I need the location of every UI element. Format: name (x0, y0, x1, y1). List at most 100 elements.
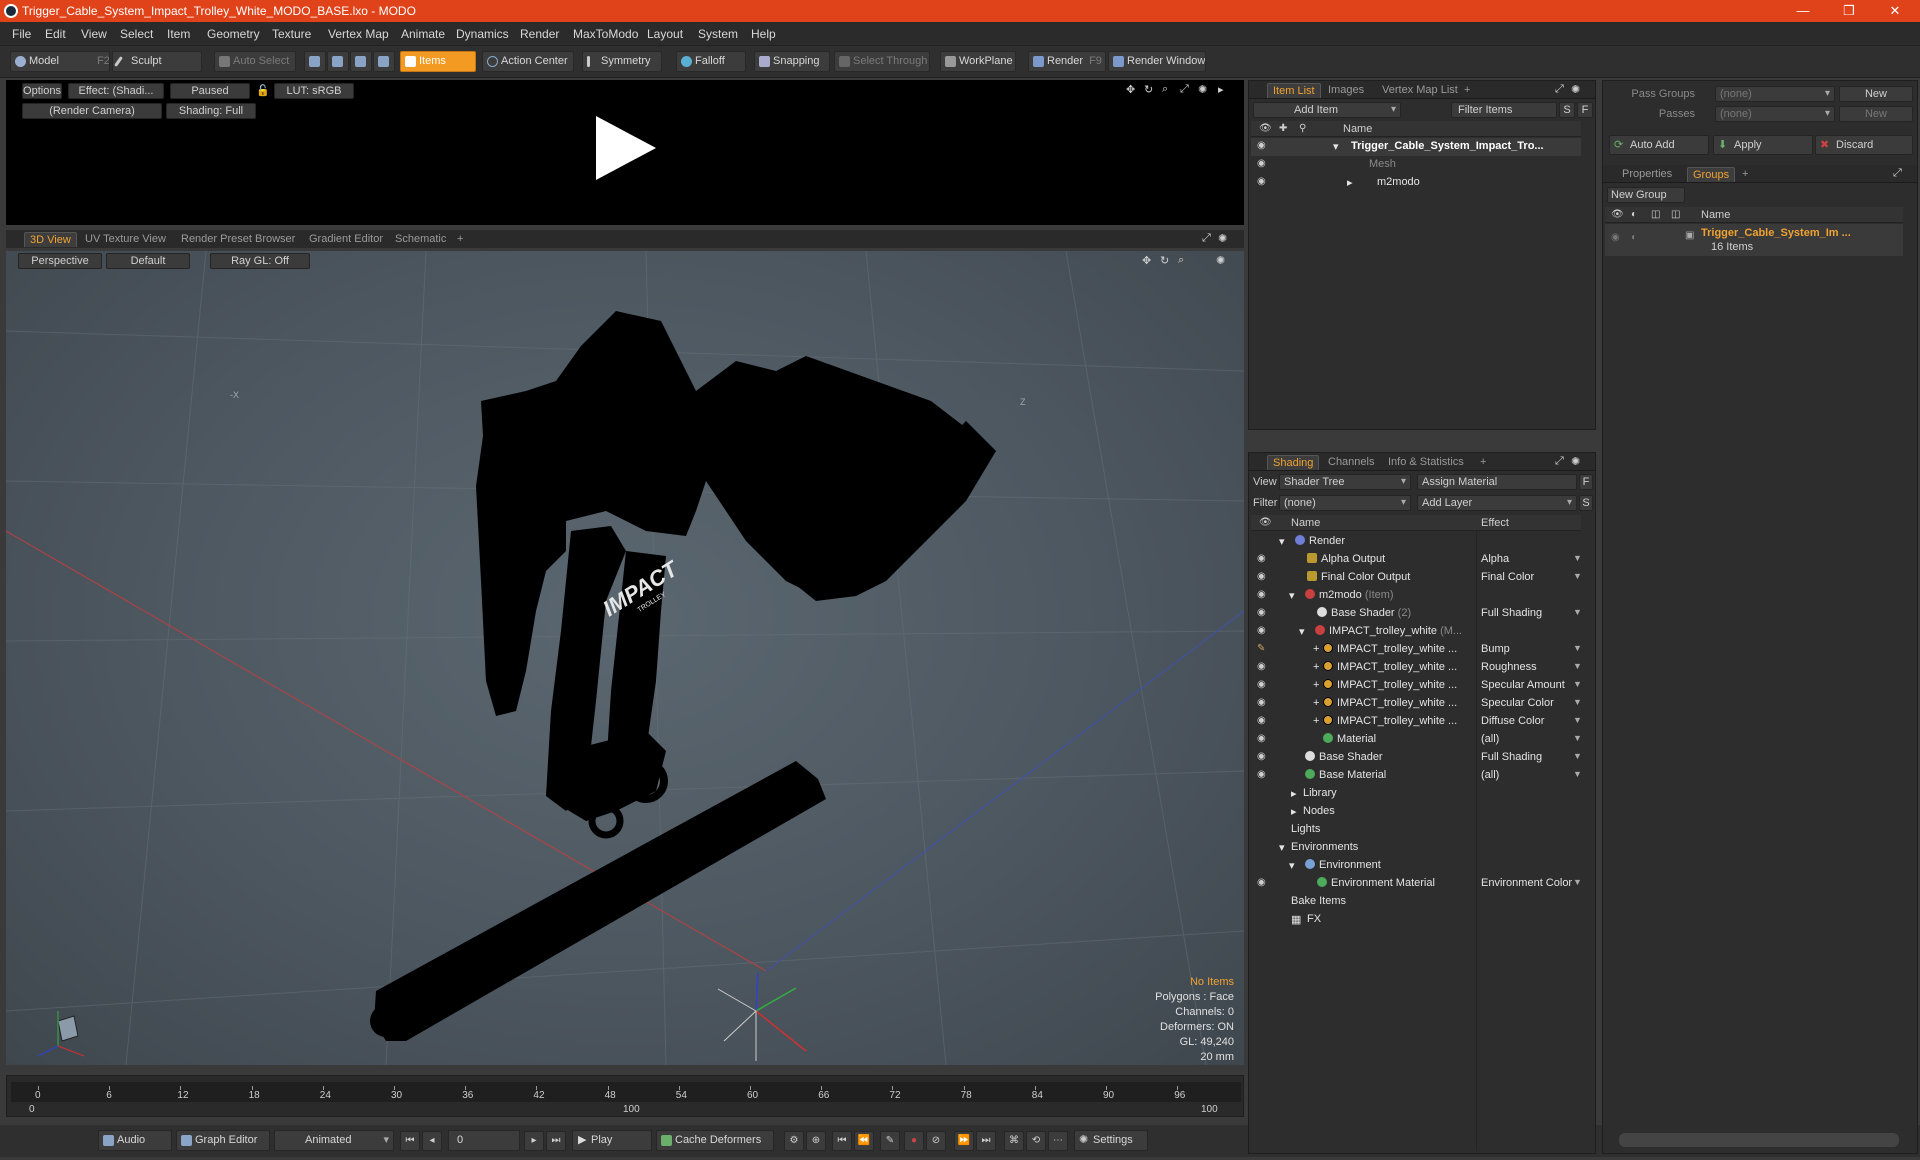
visibility-eye-icon[interactable]: ◉ (1257, 751, 1269, 763)
pan-icon[interactable]: ✥ (1126, 83, 1135, 96)
graph-editor-button[interactable]: Graph Editor (176, 1130, 270, 1151)
shader-row-environment[interactable]: ▾ Environment (1251, 857, 1581, 875)
tab-groups[interactable]: Groups (1687, 167, 1736, 182)
add-panel-tab-icon[interactable]: + (1459, 83, 1475, 98)
filter-dropdown[interactable]: (none) (1279, 495, 1411, 511)
tab-uv-texture-view[interactable]: UV Texture View (80, 232, 171, 247)
visibility-eye-icon[interactable]: ◉ (1257, 733, 1269, 745)
visibility-eye-icon[interactable]: ◉ (1257, 571, 1269, 583)
previous-key-icon[interactable]: ◂ (422, 1131, 442, 1151)
item-list-gear-icon[interactable]: ✺ (1571, 83, 1580, 96)
environment-material-effect[interactable]: Environment Color (1481, 877, 1581, 889)
action-center-button[interactable]: Action Center (482, 51, 574, 72)
base-shader-effect[interactable]: Full Shading (1481, 751, 1581, 763)
prev-keyframe-icon[interactable]: ⏮ (832, 1131, 852, 1151)
specular-color-effect[interactable]: Specular Color (1481, 697, 1581, 709)
tab-shading[interactable]: Shading (1267, 455, 1320, 470)
play-button[interactable]: ▶ Play (572, 1130, 652, 1151)
falloff-button[interactable]: Falloff (676, 51, 746, 72)
shader-row-environments[interactable]: ▾ Environments (1251, 839, 1581, 857)
panel-gear-icon[interactable]: ✺ (1218, 232, 1227, 245)
shader-row-environment-material[interactable]: ◉ Environment Material Environment Color ▼ (1251, 875, 1582, 893)
expand-icon[interactable]: ▾ (1299, 625, 1305, 638)
delete-key-icon[interactable]: ⊘ (926, 1131, 946, 1151)
tab-images[interactable]: Images (1323, 83, 1369, 98)
expand-plus-icon[interactable]: + (1313, 697, 1319, 709)
alpha-effect[interactable]: Alpha (1481, 553, 1581, 565)
effect-dropdown-arrow[interactable]: ▼ (1573, 697, 1582, 707)
shader-row-alpha-output[interactable]: ◉ Alpha Output Alpha ▼ (1251, 551, 1582, 569)
expand-plus-icon[interactable]: + (1313, 679, 1319, 691)
shading-dropdown[interactable]: Shading: Full (166, 103, 256, 119)
menu-maxtomodo[interactable]: MaxToModo (573, 27, 638, 41)
bump-effect[interactable]: Bump (1481, 643, 1581, 655)
perspective-dropdown[interactable]: Perspective (18, 253, 102, 269)
effect-dropdown-arrow[interactable]: ▼ (1573, 571, 1582, 581)
tab-3d-view[interactable]: 3D View (24, 232, 77, 247)
expand-icon[interactable]: ▾ (1289, 589, 1295, 602)
filter-items-input[interactable]: Filter Items (1451, 102, 1557, 118)
shader-row-final-color-output[interactable]: ◉ Final Color Output Final Color ▼ (1251, 569, 1582, 587)
groups-scrollbar[interactable] (1619, 1133, 1899, 1147)
maximize-view-icon[interactable]: ⤢ (1180, 83, 1189, 96)
new-group-button[interactable]: New Group (1607, 187, 1685, 203)
group-render-icon[interactable]: ◐ (1631, 232, 1637, 243)
timeline[interactable]: 0 6 12 18 24 30 36 42 48 54 60 66 72 78 84 90 96 0 100 1… (6, 1075, 1244, 1117)
discard-button[interactable]: ✖ Discard (1815, 135, 1913, 155)
add-shading-tab-icon[interactable]: + (1475, 455, 1491, 470)
visibility-eye-icon[interactable]: ◉ (1257, 679, 1269, 691)
shader-row-base-material[interactable]: ◉ Base Material (all) ▼ (1251, 767, 1582, 785)
viewport-rotate-icon[interactable]: ↻ (1160, 254, 1169, 267)
menu-animate[interactable]: Animate (401, 27, 445, 41)
effect-dropdown-arrow[interactable]: ▼ (1573, 643, 1582, 653)
expand-plus-icon[interactable]: + (1313, 643, 1319, 655)
render-camera-dropdown[interactable]: (Render Camera) (22, 103, 162, 119)
visibility-eye-icon[interactable]: ◉ (1257, 158, 1269, 170)
close-button[interactable]: ✕ (1872, 0, 1918, 22)
add-layer-dropdown[interactable]: Add Layer (1417, 495, 1577, 511)
prev-frame-icon[interactable]: ⏪ (854, 1131, 874, 1151)
3d-viewport[interactable]: IMPACT TROLLEY -X Z Perspective Default … (6, 251, 1244, 1065)
final-color-effect[interactable]: Final Color (1481, 571, 1581, 583)
shader-tree-dropdown[interactable]: Shader Tree (1279, 474, 1411, 490)
add-tab-icon[interactable]: + (452, 232, 468, 247)
visibility-eye-icon[interactable]: ◉ (1257, 877, 1269, 889)
tab-schematic[interactable]: Schematic (390, 232, 451, 247)
group-row[interactable]: ◉ ◐ ▣ Trigger_Cable_System_Im ... 16 Ite… (1605, 224, 1903, 256)
group-visibility-icon[interactable]: ◉ (1611, 232, 1620, 243)
assign-material-button[interactable]: Assign Material (1417, 474, 1577, 490)
render-window-button[interactable]: Render Window (1108, 51, 1206, 72)
add-key-icon[interactable]: ✎ (880, 1131, 900, 1151)
item-row-mesh[interactable]: ◉ Mesh (1251, 156, 1581, 174)
expand-icon[interactable]: ▾ (1289, 859, 1295, 872)
range-start[interactable]: 0 (29, 1104, 35, 1115)
shading-s-button[interactable]: S (1579, 495, 1593, 511)
effect-dropdown-arrow[interactable]: ▼ (1573, 553, 1582, 563)
shader-row-bake-items[interactable]: Bake Items (1251, 893, 1581, 911)
preview-effect-dropdown[interactable]: Effect: (Shadi... (68, 83, 164, 99)
pass-groups-dropdown[interactable]: (none) (1715, 86, 1835, 102)
shader-row-base-shader-2[interactable]: ◉ Base Shader (2) Full Shading ▼ (1251, 605, 1582, 623)
expand-plus-icon[interactable]: + (1313, 715, 1319, 727)
effect-dropdown-arrow[interactable]: ▼ (1573, 607, 1582, 617)
tab-gradient-editor[interactable]: Gradient Editor (304, 232, 388, 247)
shader-row-material[interactable]: ◉ Material (all) ▼ (1251, 731, 1582, 749)
menu-vertex-map[interactable]: Vertex Map (328, 27, 389, 41)
add-item-dropdown[interactable]: Add Item (1253, 102, 1401, 118)
visibility-eye-icon[interactable]: ◉ (1257, 661, 1269, 673)
effect-dropdown-arrow[interactable]: ▼ (1573, 679, 1582, 689)
menu-dynamics[interactable]: Dynamics (456, 27, 509, 41)
settings-button[interactable]: ✺ Settings (1074, 1130, 1148, 1151)
shading-f-button[interactable]: F (1579, 474, 1593, 490)
specular-amount-effect[interactable]: Specular Amount (1481, 679, 1581, 691)
symmetry-button[interactable]: Symmetry (582, 51, 662, 72)
item-row-m2modo[interactable]: ◉ ▸ m2modo (1251, 174, 1581, 192)
expand-icon[interactable]: ▾ (1279, 841, 1285, 854)
arrow-right-icon[interactable]: ▸ (1218, 83, 1224, 96)
visibility-eye-icon[interactable]: ◉ (1257, 607, 1269, 619)
visibility-eye-icon[interactable]: ◉ (1257, 553, 1269, 565)
tab-info-statistics[interactable]: Info & Statistics (1383, 455, 1469, 470)
key-selection-icon[interactable]: ⟲ (1026, 1131, 1046, 1151)
menu-select[interactable]: Select (120, 27, 153, 41)
gear-icon[interactable]: ✺ (1198, 83, 1207, 96)
